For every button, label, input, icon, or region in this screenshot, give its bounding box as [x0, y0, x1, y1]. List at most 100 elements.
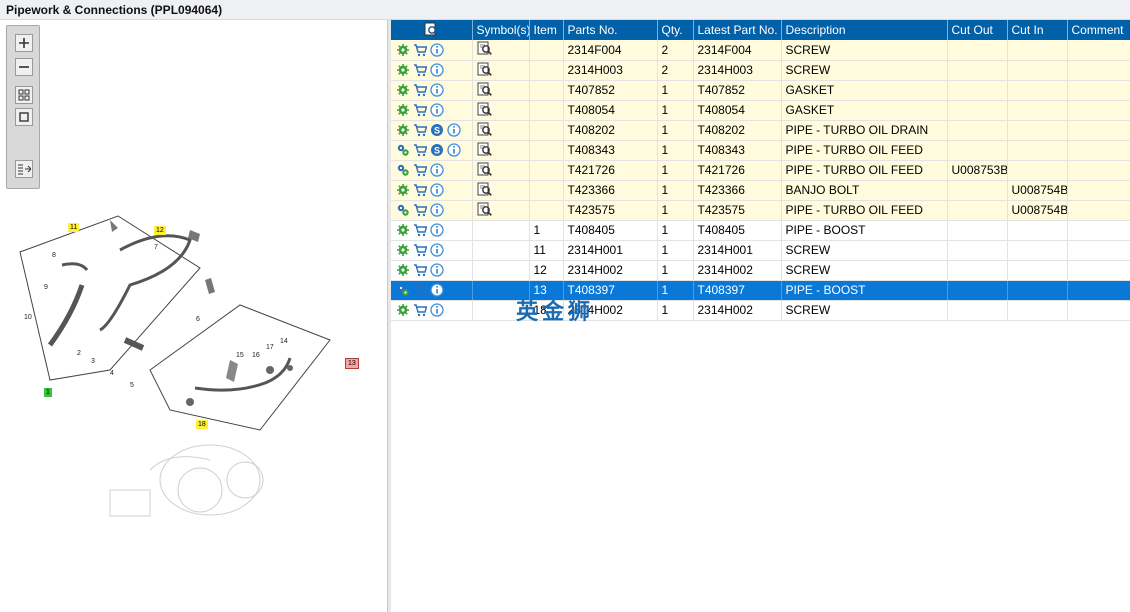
info-icon[interactable]	[430, 223, 444, 238]
table-row[interactable]: S T408343 1 T408343 PIPE - TURBO OIL FEED	[391, 140, 1130, 161]
gear-icon[interactable]	[396, 83, 410, 97]
table-row[interactable]: T421726 1 T421726 PIPE - TURBO OIL FEED U008…	[391, 160, 1130, 181]
fit-page-button[interactable]	[15, 108, 33, 126]
info-icon[interactable]	[430, 103, 444, 118]
table-row[interactable]: T407852 1 T407852 GASKET	[391, 80, 1130, 101]
info-icon[interactable]	[447, 143, 461, 158]
view-symbol-icon[interactable]	[477, 202, 493, 216]
info-icon[interactable]	[430, 63, 444, 78]
column-header-item[interactable]: Item	[529, 20, 564, 40]
table-row[interactable]: 18 2314H002 1 2314H002 SCREW	[391, 300, 1130, 321]
supersession-icon[interactable]: S	[430, 143, 444, 157]
column-header-cut-in[interactable]: Cut In	[1007, 20, 1068, 40]
callout-16[interactable]: 16	[252, 352, 260, 359]
info-icon[interactable]	[447, 123, 461, 138]
callout-14[interactable]: 14	[280, 338, 288, 345]
table-row[interactable]: 11 2314H001 1 2314H001 SCREW	[391, 240, 1130, 261]
info-icon[interactable]	[430, 163, 444, 178]
cart-icon[interactable]	[413, 43, 427, 57]
info-icon[interactable]	[430, 243, 444, 258]
callout-5[interactable]: 5	[130, 382, 134, 389]
cart-icon[interactable]	[413, 283, 427, 297]
cart-icon[interactable]	[413, 83, 427, 97]
cart-icon[interactable]	[413, 243, 427, 257]
view-symbol-icon[interactable]	[477, 41, 493, 56]
callout-12[interactable]: 12	[154, 226, 166, 235]
column-header-symbols[interactable]: Symbol(s)	[472, 20, 530, 40]
callout-6[interactable]: 6	[196, 316, 200, 323]
column-header-latest-part-no[interactable]: Latest Part No.	[693, 20, 782, 40]
view-symbol-icon[interactable]	[477, 142, 493, 156]
callout-17[interactable]: 17	[266, 344, 274, 351]
info-icon[interactable]	[430, 183, 444, 198]
cart-icon[interactable]	[413, 63, 427, 77]
table-row[interactable]: T423366 1 T423366 BANJO BOLT U008754B	[391, 180, 1130, 201]
gear-icon[interactable]	[396, 63, 410, 77]
fit-all-button[interactable]	[15, 86, 33, 104]
table-row[interactable]: 1 T408405 1 T408405 PIPE - BOOST	[391, 220, 1130, 241]
table-row[interactable]: 13 T408397 1 T408397 PIPE - BOOST	[391, 280, 1130, 301]
column-header-cut-out[interactable]: Cut Out	[947, 20, 1008, 40]
view-symbol-icon[interactable]	[477, 182, 493, 196]
callout-9[interactable]: 9	[44, 284, 48, 291]
column-header-actions[interactable]	[391, 20, 473, 40]
cart-icon[interactable]	[413, 183, 427, 197]
gears-icon[interactable]	[396, 163, 410, 177]
callout-7[interactable]: 7	[154, 244, 158, 251]
gear-icon[interactable]	[396, 303, 410, 317]
gears-icon[interactable]	[396, 203, 410, 217]
callout-15[interactable]: 15	[236, 352, 244, 359]
gear-icon[interactable]	[396, 243, 410, 257]
table-row[interactable]: 12 2314H002 1 2314H002 SCREW	[391, 260, 1130, 281]
gear-icon[interactable]	[396, 43, 410, 57]
gear-icon[interactable]	[396, 183, 410, 197]
cart-icon[interactable]	[413, 123, 427, 137]
view-symbol-icon[interactable]	[477, 102, 493, 116]
cart-icon[interactable]	[413, 143, 427, 157]
gears-icon[interactable]	[396, 283, 410, 297]
column-header-qty[interactable]: Qty.	[657, 20, 694, 40]
table-row[interactable]: T423575 1 T423575 PIPE - TURBO OIL FEED U008…	[391, 200, 1130, 221]
zoom-out-button[interactable]	[15, 58, 33, 76]
gear-icon[interactable]	[396, 223, 410, 237]
table-row[interactable]: 2314H003 2 2314H003 SCREW	[391, 60, 1130, 81]
callout-8[interactable]: 8	[52, 252, 56, 259]
callout-3[interactable]: 3	[91, 358, 95, 365]
view-symbol-icon[interactable]	[477, 162, 493, 176]
callout-11[interactable]: 11	[68, 223, 80, 232]
column-header-description[interactable]: Description	[781, 20, 948, 40]
info-icon[interactable]	[430, 283, 444, 298]
zoom-in-button[interactable]	[15, 34, 33, 52]
cart-icon[interactable]	[413, 163, 427, 177]
callout-2[interactable]: 2	[77, 350, 81, 357]
gear-icon[interactable]	[396, 123, 410, 137]
cart-icon[interactable]	[413, 103, 427, 117]
cart-icon[interactable]	[413, 223, 427, 237]
callout-13[interactable]: 13	[345, 358, 359, 369]
gear-icon[interactable]	[396, 263, 410, 277]
toggle-panel-button[interactable]	[15, 160, 33, 178]
gear-icon[interactable]	[396, 103, 410, 117]
cart-icon[interactable]	[413, 203, 427, 217]
callout-4[interactable]: 4	[110, 370, 114, 377]
column-header-parts-no[interactable]: Parts No.	[563, 20, 658, 40]
table-row[interactable]: S T408202 1 T408202 PIPE - TURBO OIL DRAIN	[391, 120, 1130, 141]
cart-icon[interactable]	[413, 303, 427, 317]
info-icon[interactable]	[430, 263, 444, 278]
table-row[interactable]: T408054 1 T408054 GASKET	[391, 100, 1130, 121]
cart-icon[interactable]	[413, 263, 427, 277]
table-row[interactable]: 2314F004 2 2314F004 SCREW	[391, 40, 1130, 61]
supersession-icon[interactable]: S	[430, 123, 444, 137]
callout-10[interactable]: 10	[24, 314, 32, 321]
column-header-comment[interactable]: Comment	[1067, 20, 1130, 40]
callout-18[interactable]: 18	[196, 420, 208, 429]
view-symbol-icon[interactable]	[477, 82, 493, 96]
callout-1[interactable]: 1	[44, 388, 52, 397]
gears-icon[interactable]	[396, 143, 410, 157]
info-icon[interactable]	[430, 203, 444, 218]
info-icon[interactable]	[430, 303, 444, 318]
info-icon[interactable]	[430, 83, 444, 98]
info-icon[interactable]	[430, 43, 444, 57]
view-symbol-icon[interactable]	[477, 122, 493, 136]
view-symbol-icon[interactable]	[477, 62, 493, 76]
